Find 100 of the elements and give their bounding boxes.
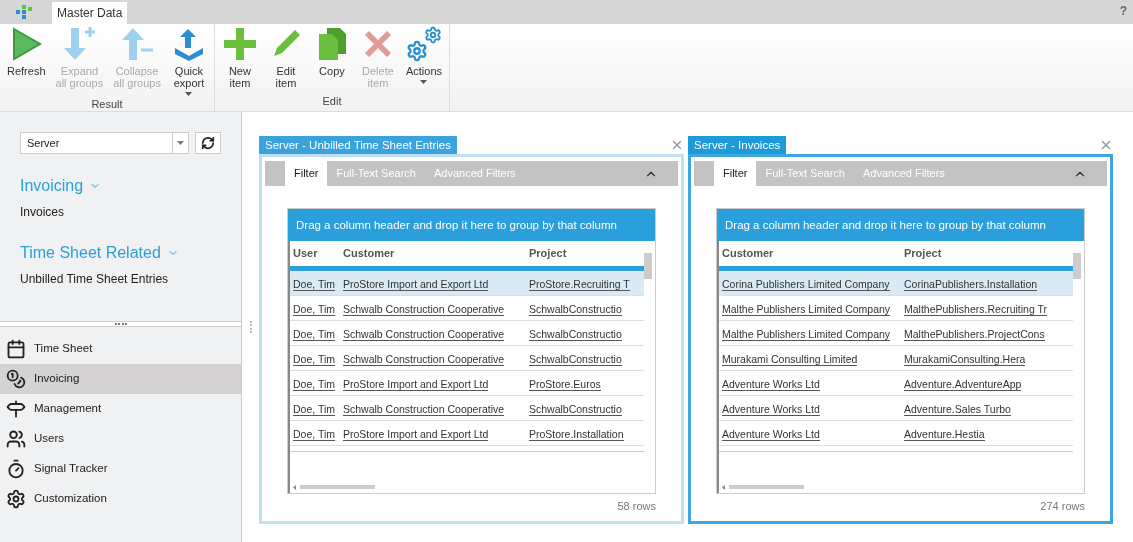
close-button[interactable] — [670, 138, 684, 152]
ribbon-button[interactable]: New item — [216, 24, 263, 93]
table-cell[interactable]: Schwalb Construction Cooperative — [343, 303, 505, 316]
refresh-button[interactable] — [195, 132, 222, 154]
group-by-hint: Drag a column header and drop it here to group by that column — [717, 209, 1084, 241]
table-row[interactable]: Adventure Works Ltd Adventure.AdventureApp — [719, 371, 1073, 396]
table-cell[interactable]: ProStore.Installation — [529, 428, 624, 441]
table-cell[interactable]: Adventure.Hestia — [904, 428, 985, 441]
ribbon-button[interactable]: Edit item — [262, 24, 309, 93]
filter-tab[interactable]: Filter — [285, 161, 328, 186]
table-cell[interactable]: MalthePublishers.Recruiting Tr — [904, 303, 1047, 316]
table-cell[interactable]: ProStore Import and Export Ltd — [343, 278, 489, 291]
table-cell[interactable]: ProStore.Euros — [529, 378, 601, 391]
table-cell[interactable]: MurakamiConsulting.Hera — [904, 353, 1026, 366]
splitter-grip[interactable] — [249, 321, 252, 333]
table-cell[interactable]: MalthePublishers.ProjectCons — [904, 328, 1045, 341]
column-header[interactable]: Customer — [719, 245, 901, 262]
nav-item[interactable]: Invoicing — [0, 364, 242, 394]
table-cell[interactable]: ProStore Import and Export Ltd — [343, 378, 489, 391]
table-row[interactable]: Adventure Works Ltd Adventure.Sales Turbo — [719, 396, 1073, 421]
nav-item[interactable]: Customization — [0, 484, 242, 514]
table-row[interactable]: Adventure Works Ltd Adventure.Hestia — [719, 421, 1073, 446]
table-cell[interactable]: Schwalb Construction Cooperative — [343, 328, 505, 341]
table-cell[interactable]: SchwalbConstructio — [529, 303, 622, 316]
row-count: 274 rows — [1040, 499, 1085, 514]
column-header[interactable]: User — [290, 245, 340, 262]
table-cell[interactable]: Doe, Tim — [293, 303, 335, 316]
column-header[interactable]: Project — [526, 245, 646, 262]
gears-icon — [405, 26, 442, 62]
table-cell[interactable]: SchwalbConstructio — [529, 328, 622, 341]
nav-item[interactable]: Users — [0, 424, 242, 454]
logo-icon — [16, 5, 32, 19]
signpost-icon — [6, 399, 26, 419]
arrow-down-plus-icon — [61, 26, 98, 62]
table-row[interactable]: Corina Publishers Limited Company CorinaPublishers.Installation — [719, 271, 1073, 296]
section-link[interactable]: Invoices — [20, 203, 222, 221]
table-row[interactable]: Doe, Tim Schwalb Construction Cooperative SchwalbConstructio — [290, 346, 644, 371]
table-row[interactable]: Doe, Tim ProStore Import and Export Ltd ProStore.Installation — [290, 421, 644, 446]
scroll-left-icon[interactable] — [293, 484, 296, 490]
nav-item[interactable]: Signal Tracker — [0, 454, 242, 484]
table-row[interactable]: Doe, Tim ProStore Import and Export Ltd ProStore.Euros — [290, 371, 644, 396]
filter-tab[interactable]: Filter — [714, 161, 757, 186]
group-by-hint: Drag a column header and drop it here to group by that column — [288, 209, 655, 241]
coins-icon — [6, 369, 26, 389]
close-button[interactable] — [1099, 138, 1113, 152]
ribbon-group-label: Result — [90, 97, 124, 112]
table-cell[interactable]: Doe, Tim — [293, 328, 335, 341]
horizontal-scrollbar[interactable] — [729, 485, 804, 489]
table-row[interactable]: Doe, Tim ProStore Import and Export Ltd ProStore.Recruiting T — [290, 271, 644, 296]
arrow-up-minus-icon — [119, 26, 156, 62]
horizontal-scrollbar[interactable] — [300, 485, 375, 489]
users-icon — [6, 429, 26, 449]
ribbon-button[interactable]: Quick export — [165, 24, 212, 96]
ribbon-button[interactable]: Copy — [308, 24, 355, 93]
table-row[interactable]: Murakami Consulting Limited MurakamiConsulting.Hera — [719, 346, 1073, 371]
section-link[interactable]: Unbilled Time Sheet Entries — [20, 270, 222, 288]
row-count: 58 rows — [617, 499, 656, 514]
ribbon-button[interactable]: Refresh — [2, 24, 51, 96]
table-row[interactable]: Doe, Tim Schwalb Construction Cooperative SchwalbConstructio — [290, 321, 644, 346]
ribbon-button[interactable]: Actions — [400, 24, 447, 93]
gear-icon — [6, 489, 26, 509]
table-cell[interactable]: Schwalb Construction Cooperative — [343, 403, 505, 416]
table-cell[interactable]: Doe, Tim — [293, 403, 335, 416]
table-cell[interactable]: Malthe Publishers Limited Company — [722, 328, 891, 341]
table-cell[interactable]: CorinaPublishers.Installation — [904, 278, 1038, 291]
table-cell[interactable]: Doe, Tim — [293, 428, 335, 441]
table-cell[interactable]: Adventure Works Ltd — [722, 403, 820, 416]
ribbon-tab[interactable]: Master Data — [52, 2, 128, 24]
table-cell[interactable]: Adventure.Sales Turbo — [904, 403, 1011, 416]
table-cell[interactable]: Adventure Works Ltd — [722, 428, 820, 441]
nav-item[interactable]: Management — [0, 394, 242, 424]
table-row[interactable]: Doe, Tim Schwalb Construction Cooperative SchwalbConstructio — [290, 396, 644, 421]
table-cell[interactable]: Adventure Works Ltd — [722, 378, 820, 391]
table-cell[interactable]: Schwalb Construction Cooperative — [343, 353, 505, 366]
table-cell[interactable]: ProStore Import and Export Ltd — [343, 428, 489, 441]
table-cell[interactable]: SchwalbConstructio — [529, 403, 622, 416]
plus-icon — [221, 26, 258, 62]
table-cell[interactable]: Doe, Tim — [293, 278, 335, 291]
help-button[interactable]: ? — [1119, 2, 1127, 20]
column-header[interactable]: Customer — [340, 245, 526, 262]
caret-icon[interactable] — [177, 141, 185, 145]
table-cell[interactable]: SchwalbConstructio — [529, 353, 622, 366]
stopwatch-icon — [6, 459, 26, 479]
server-select[interactable]: Server — [20, 132, 190, 154]
table-cell[interactable]: ProStore.Recruiting T — [529, 278, 630, 291]
table-cell[interactable]: Doe, Tim — [293, 353, 335, 366]
column-header[interactable]: Project — [901, 245, 1071, 262]
table-cell[interactable]: Murakami Consulting Limited — [722, 353, 858, 366]
nav-item[interactable]: Time Sheet — [0, 334, 242, 364]
table-cell[interactable]: Adventure.AdventureApp — [904, 378, 1022, 391]
scroll-left-icon[interactable] — [722, 484, 725, 490]
table-cell[interactable]: Corina Publishers Limited Company — [722, 278, 890, 291]
refresh-icon — [201, 136, 216, 150]
table-cell[interactable]: Malthe Publishers Limited Company — [722, 303, 891, 316]
calendar-icon — [6, 339, 26, 359]
table-row[interactable]: Malthe Publishers Limited Company MalthePublishers.Recruiting Tr — [719, 296, 1073, 321]
table-row[interactable]: Doe, Tim Schwalb Construction Cooperative SchwalbConstructio — [290, 296, 644, 321]
ribbon-group-label: Edit — [321, 93, 343, 109]
table-row[interactable]: Malthe Publishers Limited Company MalthePublishers.ProjectCons — [719, 321, 1073, 346]
table-cell[interactable]: Doe, Tim — [293, 378, 335, 391]
